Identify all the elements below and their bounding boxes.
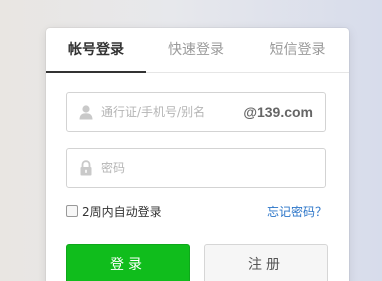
- user-icon: [77, 103, 95, 121]
- remember-label: 2周内自动登录: [82, 205, 162, 219]
- account-input[interactable]: [101, 93, 236, 131]
- login-card: 帐号登录 快速登录 短信登录 @139.com 2周内自动登录 忘记密码？ 登录…: [46, 28, 349, 281]
- remember-checkbox[interactable]: [66, 205, 78, 217]
- domain-suffix: @139.com: [243, 104, 313, 120]
- tab-quick-login[interactable]: 快速登录: [146, 28, 246, 72]
- password-field: [66, 148, 326, 188]
- password-input[interactable]: [101, 149, 316, 187]
- tab-account-login[interactable]: 帐号登录: [46, 28, 146, 73]
- tab-sms-login[interactable]: 短信登录: [246, 28, 349, 72]
- account-field: @139.com: [66, 92, 326, 132]
- lock-icon: [77, 159, 95, 177]
- login-tabs: 帐号登录 快速登录 短信登录: [46, 28, 349, 73]
- forgot-password-link[interactable]: 忘记密码？: [267, 204, 327, 220]
- register-button[interactable]: 注册: [204, 244, 328, 281]
- remember-me[interactable]: 2周内自动登录: [66, 204, 162, 220]
- login-button[interactable]: 登录: [66, 244, 190, 281]
